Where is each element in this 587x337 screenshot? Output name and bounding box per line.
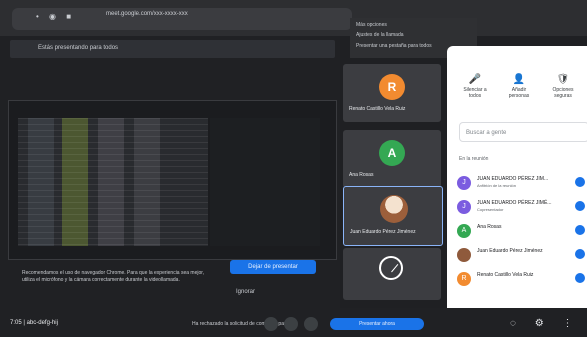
participant-avatar: J [457,200,471,214]
avatar: R [379,74,405,100]
present-button[interactable] [304,317,318,331]
shield-icon: 🛡 [556,74,570,85]
mute-all-action[interactable]: 🎤 Silenciar a todos [457,74,493,99]
participant-name: Ana Rosas [349,172,374,178]
status-message: Ha rechazado la solicitud de compartir p… [192,321,296,327]
participant-tile[interactable] [343,248,441,300]
more-options-icon[interactable] [575,201,585,211]
secure-options-action[interactable]: 🛡 Opciones seguras [545,74,581,99]
participant-avatar: J [457,176,471,190]
participant-row[interactable]: Juan Eduardo Pérez Jiménez [457,246,585,264]
participant-name: Ana Rosas [477,224,502,230]
participant-row[interactable]: J JUAN EDUARDO PÉREZ JIMÉ... Copresentad… [457,198,585,216]
spreadsheet-preview [18,118,208,246]
participant-tile[interactable]: A Ana Rosas [343,130,441,188]
participant-role: Anfitrión de la reunión [477,183,516,188]
popup-item[interactable]: Más opciones [356,22,387,28]
meeting-notice: Recomendamos el uso de navegador Chrome.… [22,270,205,283]
participant-role: Copresentador [477,207,504,212]
more-options-icon[interactable] [575,249,585,259]
participant-name: Renato Castillo Vela Ruiz [477,272,534,278]
participant-name: JUAN EDUARDO PÉREZ JIMÉ... [477,200,552,206]
address-bar[interactable]: meet.google.com/xxx-xxxx-xxx [106,11,188,17]
camera-button[interactable] [284,317,298,331]
more-options-icon[interactable] [575,177,585,187]
popup-item[interactable]: Ajustes de la llamada [356,32,404,38]
action-label: Silenciar a todos [463,87,487,99]
participant-row[interactable]: R Renato Castillo Vela Ruiz [457,270,585,288]
mic-button[interactable] [264,317,278,331]
popup-item[interactable]: Presentar una pestaña para todos [356,43,432,49]
more-options-icon[interactable] [575,273,585,283]
presenting-label: Estás presentando para todos [38,45,119,51]
people-panel: 🎤 Silenciar a todos 👤 Añadir personas 🛡 … [447,46,587,337]
participant-name: JUAN EDUARDO PÉREZ JIM... [477,176,549,182]
action-label: Añadir personas [508,87,530,99]
stop-presenting-button[interactable]: Dejar de presentar [230,260,316,274]
add-people-action[interactable]: 👤 Añadir personas [501,74,537,99]
participant-tile[interactable]: R Renato Castillo Vela Ruiz [343,64,441,122]
meeting-controls-bar: 7:05 | abc-defg-hij Ha rechazado la soli… [0,308,587,337]
present-now-button[interactable]: Presentar ahora [330,318,424,330]
loading-icon [379,256,403,280]
avatar-photo [380,195,408,223]
action-label: Opciones seguras [552,87,574,99]
search-input[interactable]: Buscar a gente [459,122,587,142]
participant-avatar: R [457,272,471,286]
shared-screen-empty-area [210,118,320,246]
browser-bar: • ◉ ■ meet.google.com/xxx-xxxx-xxx [0,0,587,36]
sheet-grid [18,118,208,246]
participant-tiles: R Renato Castillo Vela Ruiz A Ana Rosas … [343,64,443,304]
bottom-right-icons[interactable]: ◌ ⚙ ⋮ [510,318,580,329]
participant-name: Renato Castillo Vela Ruiz [349,106,406,112]
panel-actions: 🎤 Silenciar a todos 👤 Añadir personas 🛡 … [457,74,585,114]
participant-avatar: A [457,224,471,238]
participant-row[interactable]: A Ana Rosas [457,222,585,240]
window-controls-icon[interactable]: • ◉ ■ [36,12,75,21]
mic-off-icon: 🎤 [468,74,482,85]
more-options-icon[interactable] [575,225,585,235]
person-add-icon: 👤 [512,74,526,85]
participant-row[interactable]: J JUAN EDUARDO PÉREZ JIM... Anfitrión de… [457,174,585,192]
participant-tile-active[interactable]: Juan Eduardo Pérez Jiménez [343,186,443,246]
participant-avatar [457,248,471,262]
participant-name: Juan Eduardo Pérez Jiménez [350,229,416,235]
meeting-time: 7:05 | abc-defg-hij [10,320,58,326]
avatar: A [379,140,405,166]
ignore-button[interactable]: Ignorar [236,289,255,295]
participant-name: Juan Eduardo Pérez Jiménez [477,248,543,254]
section-label: En la reunión [459,156,489,162]
presenting-bar: Estás presentando para todos [10,40,335,58]
